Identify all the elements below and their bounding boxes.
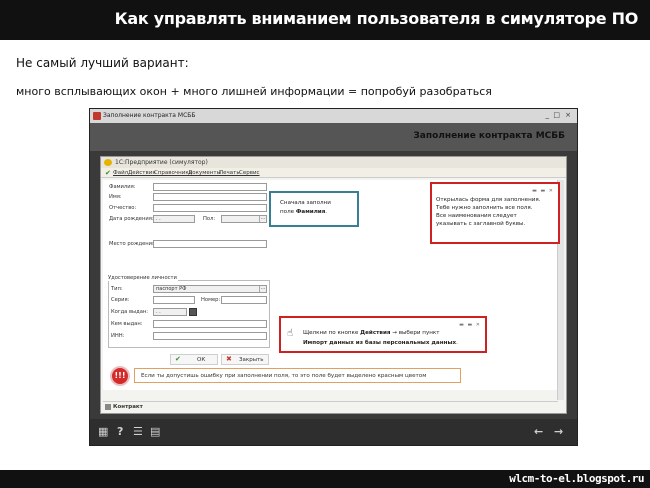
name-field[interactable] <box>153 193 267 201</box>
birth-place-label: Место рождения: <box>109 241 157 247</box>
1c-logo-icon <box>104 159 112 166</box>
hint-form-line4: указывать с заглавной буквы. <box>436 221 526 227</box>
hint-form-line1: Открылась форма для заполнения. <box>436 197 541 203</box>
issued-by-label: Кем выдан: <box>111 321 143 327</box>
back-arrow-icon[interactable]: ← <box>534 425 543 438</box>
menu-bar: ✔ Файл Действия Справочники Документы Пе… <box>101 168 566 178</box>
surname-label: Фамилия: <box>109 184 136 190</box>
warning-text: Если ты допустишь ошибку при заполнении … <box>141 373 427 379</box>
forward-arrow-icon[interactable]: → <box>554 425 563 438</box>
name-label: Имя: <box>109 194 122 200</box>
menu-file[interactable]: Файл <box>113 170 128 176</box>
issued-when-field[interactable]: . . <box>153 308 187 316</box>
print-icon[interactable]: ▤ <box>150 425 160 438</box>
app-icon <box>93 112 101 120</box>
type-value: паспорт РФ <box>156 286 187 292</box>
surname-field[interactable] <box>153 183 267 191</box>
callout-window-controls[interactable]: ▬ ▬ ✕ <box>532 187 554 195</box>
ok-button-label: ОК <box>197 357 206 363</box>
simulator-window: Заполнение контракта МСББ _ □ × Заполнен… <box>89 108 578 446</box>
issued-when-value: . . <box>156 309 161 315</box>
status-bar: Контракт <box>103 401 558 411</box>
checkmark-icon: ✔ <box>105 169 111 177</box>
status-tab[interactable]: Контракт <box>113 404 143 410</box>
hint-actions-line2: Импорт данных из базы персональных данны… <box>303 339 458 347</box>
simulator-header: Заполнение контракта МСББ <box>90 123 577 151</box>
series-label: Серия: <box>111 297 130 303</box>
checkmark-icon: ✔ <box>175 355 181 363</box>
type-select[interactable]: паспорт РФ … <box>153 285 267 293</box>
footer-bar: wlcm-to-el.blogspot.ru <box>0 470 650 488</box>
warning-message: Если ты допустишь ошибку при заполнении … <box>134 368 461 383</box>
hint-form-line3: Все наименования следует <box>436 213 517 219</box>
pointer-hand-icon: ☝ <box>287 328 294 339</box>
footer-url[interactable]: wlcm-to-el.blogspot.ru <box>509 472 644 485</box>
slide-description: много всплывающих окон + много лишней ин… <box>16 85 492 98</box>
hint-form-line2: Тебе нужно заполнить все поля. <box>436 205 533 211</box>
birth-date-label: Дата рождения: <box>109 216 154 222</box>
simulator-window-title: Заполнение контракта МСББ <box>103 112 196 119</box>
simulator-titlebar: Заполнение контракта МСББ _ □ × <box>90 109 577 123</box>
menu-documents[interactable]: Документы <box>188 170 221 176</box>
hint-actions-menu-name: Действия <box>360 330 391 336</box>
sex-select[interactable]: … <box>221 215 267 223</box>
slide-title-bar: Как управлять вниманием пользователя в с… <box>0 0 650 40</box>
dropdown-icon: … <box>259 285 266 292</box>
close-window-button[interactable]: × <box>565 111 571 119</box>
dropdown-icon: … <box>259 215 266 222</box>
help-icon[interactable]: ? <box>117 425 123 438</box>
hint-surname-field-name: Фамилия <box>295 209 326 215</box>
hint-actions-text1: Щелкни по кнопке <box>303 330 361 336</box>
menu-catalogs[interactable]: Справочники <box>154 170 192 176</box>
hint-actions-text2: → выбери пункт <box>390 330 440 336</box>
warning-icon: !!! <box>110 366 130 386</box>
issued-when-label: Когда выдан: <box>111 309 149 315</box>
callout-window-controls[interactable]: ▬ ▬ ✕ <box>459 321 481 329</box>
close-button[interactable]: ✖ Закрыть <box>221 354 269 365</box>
inn-field[interactable] <box>153 332 267 340</box>
close-icon: ✖ <box>226 355 232 363</box>
simulator-toolbar: ▦ ? ☰ ▤ ← → <box>90 419 577 445</box>
slide-title: Как управлять вниманием пользователя в с… <box>114 9 639 28</box>
menu-icon[interactable]: ☰ <box>133 425 143 438</box>
birth-place-field[interactable] <box>153 240 267 248</box>
hint-actions-line1: Щелкни по кнопке Действия → выбери пункт <box>303 329 440 337</box>
hint-surname-prefix: поле <box>280 209 296 215</box>
simulator-header-title: Заполнение контракта МСББ <box>413 131 565 141</box>
calendar-icon[interactable] <box>189 308 197 316</box>
number-label: Номер: <box>201 297 221 303</box>
hint-surname-period: . <box>325 209 328 215</box>
menu-actions[interactable]: Действия <box>128 170 156 176</box>
id-group-title: Удостоверение личности <box>107 275 178 281</box>
document-icon <box>105 404 111 410</box>
inn-label: ИНН: <box>111 333 125 339</box>
menu-print[interactable]: Печать <box>219 170 240 176</box>
birth-date-value: . . <box>156 216 161 222</box>
series-field[interactable] <box>153 296 195 304</box>
app-title: 1С:Предприятие (симулятор) <box>115 159 208 166</box>
patronymic-field[interactable] <box>153 204 267 212</box>
hint-surname-line1: Сначала заполни <box>280 200 331 206</box>
app-titlebar: 1С:Предприятие (симулятор) <box>101 157 566 168</box>
close-button-label: Закрыть <box>239 357 264 363</box>
hint-callout-form-opened: ▬ ▬ ✕ Открылась форма для заполнения. Те… <box>430 182 560 244</box>
app-window: 1С:Предприятие (симулятор) ✔ Файл Действ… <box>100 156 567 414</box>
hint-callout-actions: ▬ ▬ ✕ ☝ Щелкни по кнопке Действия → выбе… <box>279 316 487 353</box>
hint-actions-item-name: Импорт данных из базы персональных данны… <box>303 340 457 346</box>
hint-actions-period: . <box>456 340 458 346</box>
menu-service[interactable]: Сервис <box>239 170 260 176</box>
maximize-button[interactable]: □ <box>553 111 560 119</box>
slide-subtitle: Не самый лучший вариант: <box>16 56 189 70</box>
issued-by-field[interactable] <box>153 320 267 328</box>
sex-label: Пол: <box>203 216 216 222</box>
number-field[interactable] <box>221 296 267 304</box>
birth-date-field[interactable]: . . <box>153 215 195 223</box>
hint-surname-line2: поле Фамилия. <box>280 208 327 216</box>
ok-button[interactable]: ✔ ОК <box>170 354 218 365</box>
type-label: Тип: <box>111 286 123 292</box>
grid-icon[interactable]: ▦ <box>98 425 108 438</box>
patronymic-label: Отчество: <box>109 205 137 211</box>
hint-callout-surname: Сначала заполни поле Фамилия. <box>269 191 359 227</box>
minimize-button[interactable]: _ <box>546 111 550 119</box>
